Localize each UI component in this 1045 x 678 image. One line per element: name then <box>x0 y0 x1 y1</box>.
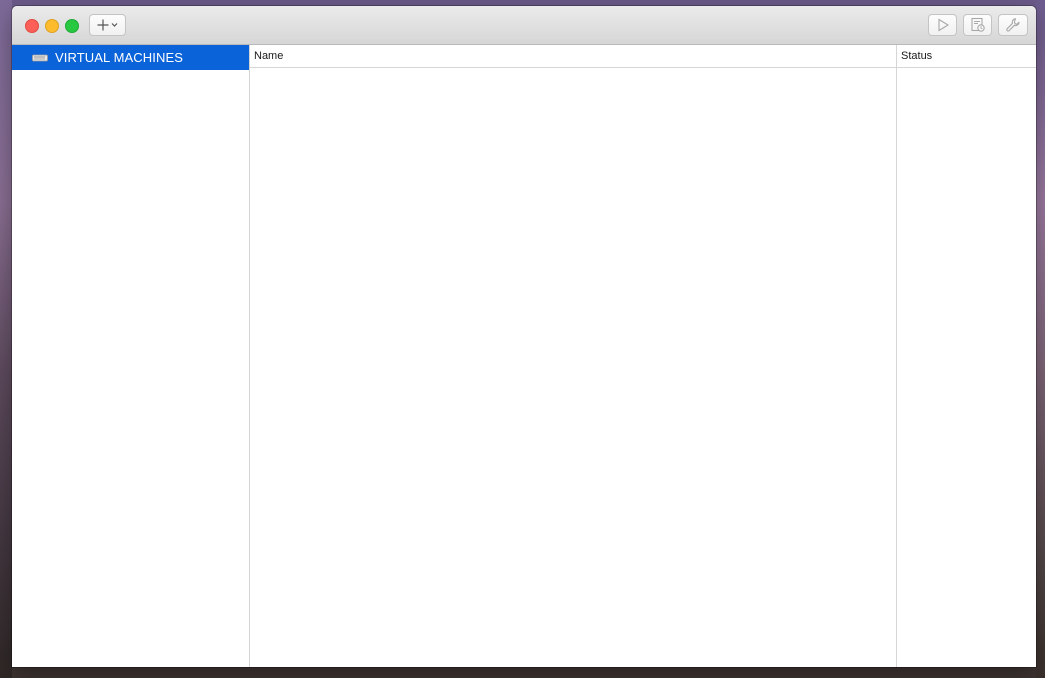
desktop-background-right <box>1036 0 1045 678</box>
add-vm-button[interactable] <box>89 14 126 36</box>
plus-icon <box>97 19 117 31</box>
window-close-button[interactable] <box>25 19 39 33</box>
settings-button[interactable] <box>998 14 1028 36</box>
column-header-name[interactable]: Name <box>250 45 896 67</box>
vm-drive-icon <box>32 54 48 61</box>
table-header: Name Status <box>250 45 1036 68</box>
vm-table: Name Status <box>250 45 1036 667</box>
snapshot-button[interactable] <box>963 14 992 36</box>
snapshot-icon <box>970 17 985 32</box>
app-window: VIRTUAL MACHINES Name Status <box>12 6 1036 667</box>
chevron-down-icon <box>111 23 117 27</box>
play-icon <box>937 18 949 32</box>
column-header-status[interactable]: Status <box>896 45 1036 67</box>
window-titlebar <box>12 6 1036 45</box>
start-vm-button[interactable] <box>928 14 957 36</box>
window-minimize-button[interactable] <box>45 19 59 33</box>
column-divider[interactable] <box>896 45 897 667</box>
sidebar-item-virtual-machines[interactable]: VIRTUAL MACHINES <box>12 45 249 70</box>
sidebar: VIRTUAL MACHINES <box>12 45 250 667</box>
sidebar-item-label: VIRTUAL MACHINES <box>55 50 184 65</box>
desktop-background-left <box>0 0 12 678</box>
wrench-icon <box>1006 18 1020 32</box>
window-zoom-button[interactable] <box>65 19 79 33</box>
